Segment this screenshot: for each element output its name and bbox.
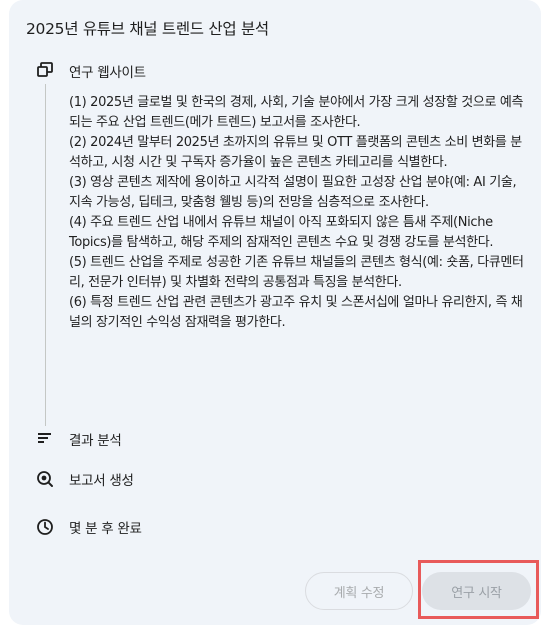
step-create-report: 보고서 생성 — [9, 468, 541, 490]
report-icon — [35, 469, 55, 489]
research-plan-card: 2025년 유튜브 채널 트렌드 산업 분석 연구 웹사이트 (1) 2025년… — [9, 0, 541, 625]
step-research-websites: 연구 웹사이트 — [9, 60, 541, 82]
detail-item: (3) 영상 콘텐츠 제작에 용이하고 시각적 설명이 필요한 고성장 산업 분… — [69, 175, 517, 210]
web-research-icon — [35, 60, 55, 80]
detail-item: (5) 트렌드 산업을 주제로 성공한 기존 유튜브 채널들의 콘텐츠 형식(예… — [69, 255, 524, 290]
highlight-box — [418, 560, 539, 619]
detail-item: (4) 주요 트렌드 산업 내에서 유튜브 채널이 아직 포화되지 않은 틈새 … — [69, 215, 494, 250]
clock-icon — [35, 517, 55, 537]
analysis-icon — [35, 428, 55, 448]
plan-title: 2025년 유튜브 채널 트렌드 산업 분석 — [26, 20, 269, 38]
step-analyze-results: 결과 분석 — [9, 428, 541, 450]
detail-item: (6) 특정 트렌드 산업 관련 콘텐츠가 광고주 유치 및 스폰서십에 얼마나… — [69, 295, 523, 330]
step-label: 몇 분 후 완료 — [69, 521, 142, 537]
detail-item: (1) 2025년 글로벌 및 한국의 경제, 사회, 기술 분야에서 가장 크… — [69, 95, 524, 130]
research-details: (1) 2025년 글로벌 및 한국의 경제, 사회, 기술 분야에서 가장 크… — [69, 93, 529, 333]
timeline-connector — [45, 84, 46, 426]
detail-item: (2) 2024년 말부터 2025년 초까지의 유튜브 및 OTT 플랫폼의 … — [69, 135, 522, 170]
step-eta: 몇 분 후 완료 — [9, 516, 541, 538]
step-label: 보고서 생성 — [69, 473, 134, 489]
step-label: 연구 웹사이트 — [69, 65, 146, 81]
edit-plan-button[interactable]: 계획 수정 — [305, 572, 413, 610]
step-label: 결과 분석 — [69, 433, 122, 449]
